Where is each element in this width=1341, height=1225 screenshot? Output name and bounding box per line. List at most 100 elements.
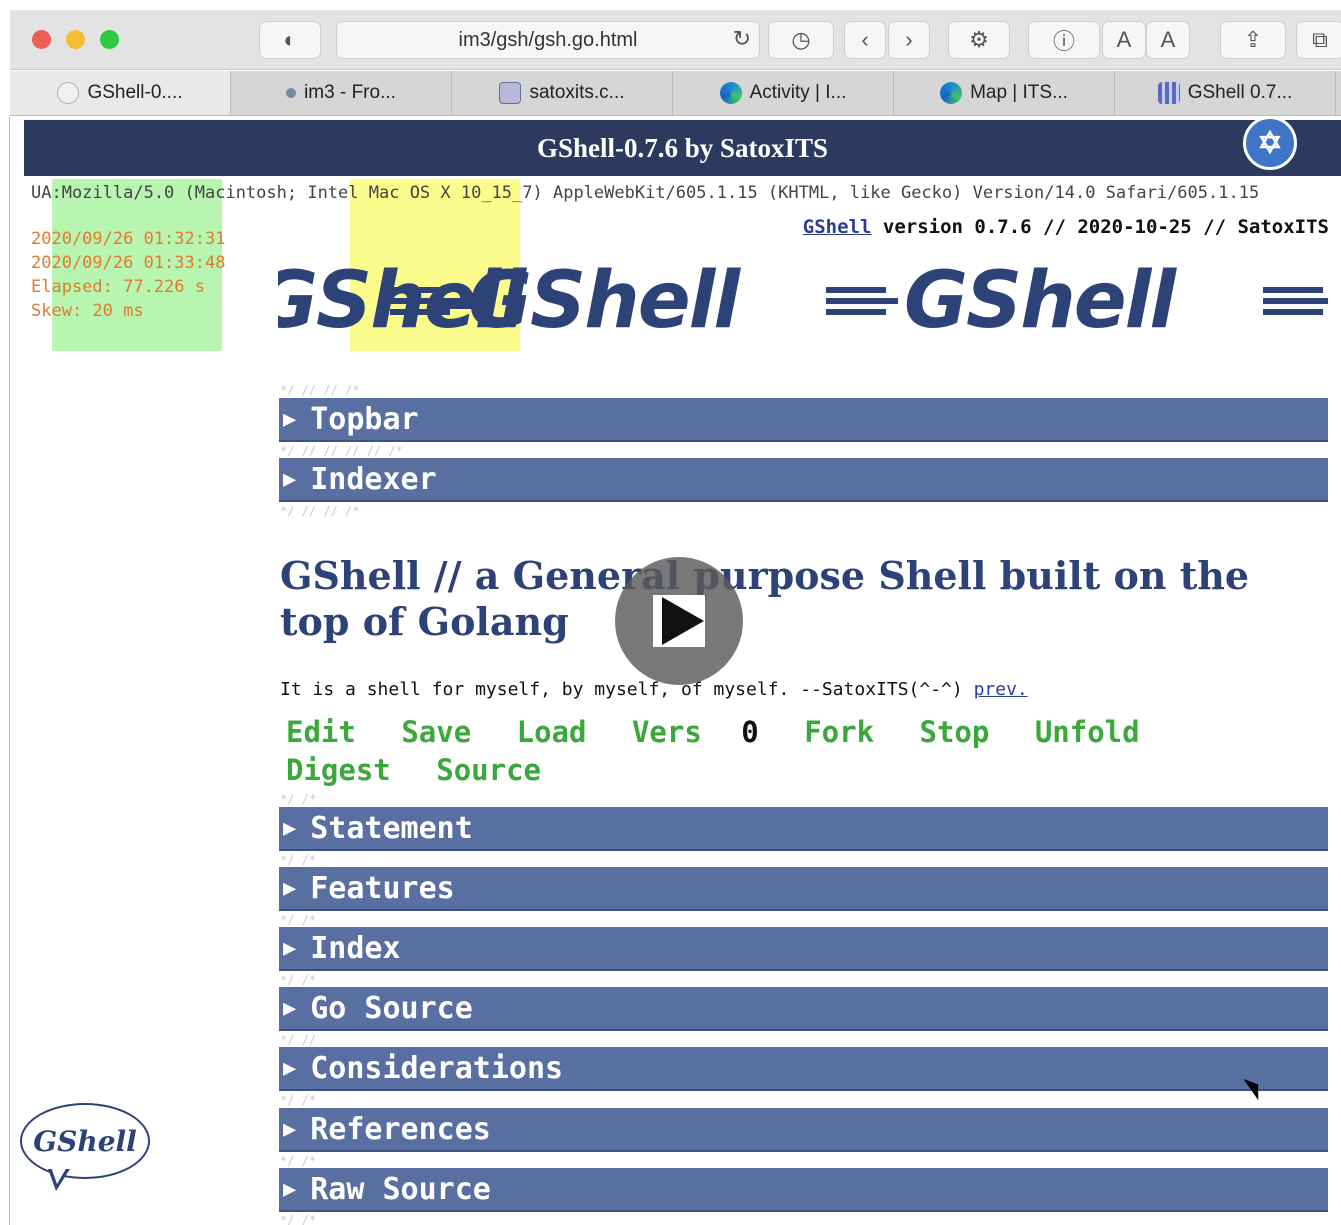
- tab-label: GShell-0....: [87, 82, 183, 103]
- version-number: 0: [741, 715, 759, 749]
- version-line: GShell version 0.7.6 // 2020-10-25 // Sa…: [803, 216, 1329, 238]
- triangle-right-icon: ▶: [283, 995, 297, 1021]
- back-button[interactable]: ‹: [844, 21, 886, 59]
- comment-marker: */ /*: [280, 1213, 317, 1225]
- section-label: Go Source: [310, 990, 473, 1026]
- user-agent-text: UA:Mozilla/5.0 (Macintosh; Intel Mac OS …: [31, 183, 1260, 203]
- triangle-right-icon: ▶: [283, 1116, 297, 1142]
- tabs-overview-button[interactable]: ⧉: [1296, 21, 1341, 59]
- close-window-button[interactable]: [32, 30, 51, 49]
- load-button[interactable]: Load: [517, 715, 587, 749]
- section-go-source[interactable]: ▶ Go Source: [279, 987, 1328, 1031]
- comment-marker: */ // // // // /*: [280, 444, 403, 458]
- elapsed-time: Elapsed: 77.226 s: [31, 277, 205, 297]
- section-label: Statement: [310, 810, 473, 846]
- tab-activity[interactable]: Activity | I...: [673, 71, 894, 115]
- action-menu: Edit Save Load Vers 0 Fork Stop Unfold D…: [286, 713, 1296, 789]
- source-button[interactable]: Source: [436, 753, 541, 787]
- address-text: im3/gsh/gsh.go.html: [458, 28, 638, 51]
- font-smaller-button[interactable]: A: [1102, 21, 1146, 59]
- tab-gshell-07[interactable]: GShell 0.7...: [1115, 71, 1336, 115]
- tab-gshell[interactable]: GShell-0....: [10, 71, 231, 115]
- info-icon: ⓘ: [1052, 29, 1075, 54]
- section-references[interactable]: ▶ References: [279, 1108, 1328, 1152]
- digest-button[interactable]: Digest: [286, 753, 391, 787]
- fork-button[interactable]: Fork: [804, 715, 874, 749]
- history-button[interactable]: ◷: [768, 21, 834, 59]
- forward-button[interactable]: ›: [888, 21, 930, 59]
- comment-marker: */ /*: [280, 1154, 317, 1168]
- start-time: 2020/09/26 01:32:31: [31, 229, 226, 249]
- tab-satoxits[interactable]: satoxits.c...: [452, 71, 673, 115]
- triangle-right-icon: ▶: [283, 466, 297, 492]
- minimize-window-button[interactable]: [66, 30, 85, 49]
- tab-bar: GShell-0.... im3 - Fro... satoxits.c... …: [10, 71, 1341, 116]
- logo-text: GShell: [904, 262, 1176, 342]
- browser-toolbar: ◐ im3/gsh/gsh.go.html ↻ ◷ ‹ › ⚙ ⓘ A A ⇪ …: [10, 10, 1341, 70]
- triangle-right-icon: ▶: [283, 875, 297, 901]
- section-label: Considerations: [310, 1050, 564, 1086]
- sidebar-icon: ◐: [283, 27, 297, 52]
- gear-icon: ⚙: [969, 27, 989, 52]
- tab-im3[interactable]: im3 - Fro...: [231, 71, 452, 115]
- unfold-button[interactable]: Unfold: [1035, 715, 1140, 749]
- gshell-banner: GShell GShell GShell GShell: [278, 262, 1328, 342]
- page-titlebar: GShell-0.7.6 by SatoxITS ✡: [24, 116, 1341, 176]
- triangle-right-icon: ▶: [283, 935, 297, 961]
- speed-lines-icon: [826, 287, 898, 315]
- video-play-button[interactable]: [615, 557, 743, 685]
- vers-button[interactable]: Vers: [632, 715, 702, 749]
- section-statement[interactable]: ▶ Statement: [279, 807, 1328, 851]
- chevron-left-icon: ‹: [861, 27, 869, 52]
- page-content: GShell-0.7.6 by SatoxITS ✡ UA:Mozilla/5.…: [10, 116, 1341, 1225]
- triangle-right-icon: ▶: [283, 1055, 297, 1081]
- tab-label: Activity | I...: [749, 82, 847, 103]
- section-considerations[interactable]: ▶ Considerations: [279, 1047, 1328, 1091]
- section-topbar[interactable]: ▶ Topbar: [279, 398, 1328, 442]
- stop-button[interactable]: Stop: [920, 715, 990, 749]
- clock-icon: ◷: [791, 27, 811, 52]
- edit-button[interactable]: Edit: [286, 715, 356, 749]
- triangle-right-icon: ▶: [283, 815, 297, 841]
- dot-icon: [286, 88, 297, 98]
- share-button[interactable]: ⇪: [1220, 21, 1286, 59]
- comment-marker: */ // // /*: [280, 504, 360, 518]
- bubble-text: GShell: [33, 1124, 137, 1158]
- comment-marker: */ /*: [280, 913, 317, 927]
- speed-lines-icon: [1263, 287, 1328, 315]
- font-large-label: A: [1160, 27, 1176, 52]
- section-label: Indexer: [310, 461, 437, 497]
- section-label: References: [310, 1111, 491, 1147]
- tab-label: im3 - Fro...: [304, 82, 396, 103]
- sidebar-button[interactable]: ◐: [259, 21, 321, 59]
- section-label: Features: [310, 870, 455, 906]
- qr-icon: [1157, 82, 1180, 104]
- section-index[interactable]: ▶ Index: [279, 927, 1328, 971]
- ghost-icon: [57, 82, 80, 104]
- tab-map[interactable]: Map | ITS...: [894, 71, 1115, 115]
- section-indexer[interactable]: ▶ Indexer: [279, 458, 1328, 502]
- section-raw-source[interactable]: ▶ Raw Source: [279, 1168, 1328, 1212]
- gshell-link[interactable]: GShell: [803, 216, 872, 238]
- star-badge-icon[interactable]: ✡: [1243, 116, 1297, 170]
- gshell-logo: GShell: [390, 262, 740, 342]
- section-label: Raw Source: [310, 1171, 491, 1207]
- main-heading: GShell // a General purpose Shell built …: [280, 553, 1250, 644]
- comment-marker: */ //: [280, 1033, 317, 1047]
- triangle-right-icon: ▶: [283, 1176, 297, 1202]
- zoom-window-button[interactable]: [100, 30, 119, 49]
- address-bar[interactable]: im3/gsh/gsh.go.html ↻: [336, 21, 760, 59]
- save-button[interactable]: Save: [401, 715, 471, 749]
- gshell-logo: GShell: [1263, 262, 1328, 342]
- section-features[interactable]: ▶ Features: [279, 867, 1328, 911]
- settings-button[interactable]: ⚙: [948, 21, 1010, 59]
- info-button[interactable]: ⓘ: [1028, 21, 1100, 59]
- reload-icon[interactable]: ↻: [733, 26, 751, 52]
- play-icon: [653, 595, 705, 647]
- gshell-speech-bubble[interactable]: GShell: [20, 1103, 150, 1179]
- section-label: Index: [310, 930, 401, 966]
- comment-marker: */ /*: [280, 853, 317, 867]
- font-larger-button[interactable]: A: [1146, 21, 1190, 59]
- prev-link[interactable]: prev.: [974, 679, 1028, 700]
- comment-marker: */ /*: [280, 973, 317, 987]
